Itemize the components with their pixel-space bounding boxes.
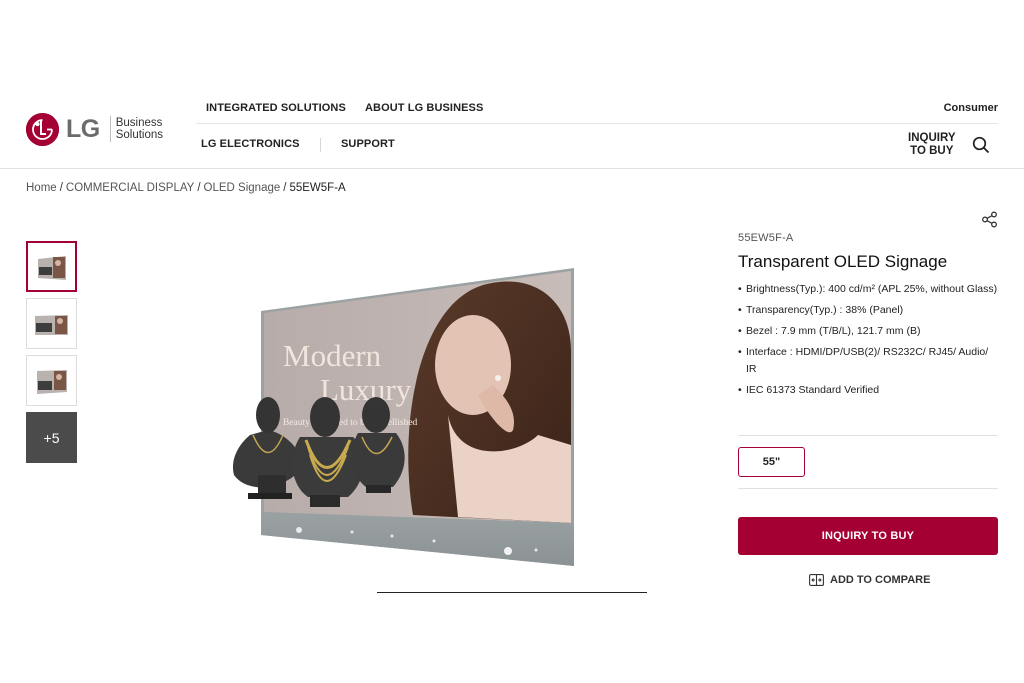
nav-lg-electronics[interactable]: LG ELECTRONICS — [201, 138, 300, 150]
divider — [738, 435, 998, 436]
product-spec-list: Brightness(Typ.): 400 cd/m² (APL 25%, wi… — [738, 281, 998, 403]
business-solutions-label: Business Solutions — [116, 117, 163, 141]
share-icon[interactable] — [981, 211, 998, 228]
gallery-thumbnail-3[interactable] — [26, 355, 77, 406]
inquiry-to-buy-nav-link[interactable]: INQUIRY TO BUY — [908, 132, 956, 158]
nav-integrated-solutions[interactable]: INTEGRATED SOLUTIONS — [206, 102, 346, 114]
divider — [738, 488, 998, 489]
spec-brightness: Brightness(Typ.): 400 cd/m² (APL 25%, wi… — [738, 281, 998, 298]
logo-divider — [109, 116, 111, 142]
thumbnail-image-icon — [38, 256, 66, 280]
nav-top-row: INTEGRATED SOLUTIONS ABOUT LG BUSINESS C… — [196, 94, 998, 124]
nav-about-lg-business[interactable]: ABOUT LG BUSINESS — [365, 102, 483, 114]
add-to-compare-label: ADD TO COMPARE — [830, 574, 931, 586]
product-hero-image[interactable]: Modern Luxury Beauty is needed to be emb… — [228, 265, 648, 595]
thumbnail-image-icon — [37, 370, 67, 394]
inquiry-to-buy-label: INQUIRY TO BUY — [821, 530, 915, 542]
size-option-label: 55" — [762, 456, 781, 468]
add-to-compare-button[interactable]: ADD TO COMPARE — [809, 573, 930, 587]
lg-logo-icon — [26, 112, 59, 146]
breadcrumb-home[interactable]: Home — [26, 182, 57, 194]
lg-business-solutions-logo[interactable]: LG Business Solutions — [26, 112, 163, 146]
nav-separator — [320, 138, 321, 152]
site-header: LG Business Solutions INTEGRATED SOLUTIO… — [0, 94, 1024, 169]
gallery-thumbnail-1[interactable] — [26, 241, 77, 292]
solutions-label: Solutions — [115, 129, 164, 141]
breadcrumb: Home / COMMERCIAL DISPLAY / OLED Signage/55E… — [26, 182, 346, 194]
product-title: Transparent OLED Signage — [738, 252, 948, 271]
inquiry-line1: INQUIRY — [908, 132, 956, 144]
gallery-more-button[interactable]: +5 — [26, 412, 77, 463]
size-option-55-button[interactable]: 55" — [738, 447, 805, 477]
hero-tagline: Beauty is needed to be embellished — [283, 418, 418, 428]
gallery-thumbnail-2[interactable] — [26, 298, 77, 349]
consumer-link[interactable]: Consumer — [944, 102, 998, 114]
compare-icon — [809, 574, 824, 586]
nav-support[interactable]: SUPPORT — [341, 138, 395, 150]
business-label: Business — [115, 117, 163, 129]
inquiry-line2: TO BUY — [910, 145, 954, 157]
hero-headline-modern: Modern — [283, 338, 382, 373]
thumbnail-image-icon — [35, 315, 68, 335]
breadcrumb-oled-signage[interactable]: OLED Signage — [204, 182, 281, 194]
nav-bottom-row: LG ELECTRONICS SUPPORT INQUIRY TO BUY — [196, 124, 998, 169]
inquiry-to-buy-button[interactable]: INQUIRY TO BUY — [738, 517, 998, 555]
spec-iec-standard: IEC 61373 Standard Verified — [738, 382, 998, 399]
hero-divider-line — [377, 592, 647, 593]
breadcrumb-current: 55EW5F-A — [289, 182, 346, 194]
product-model-number: 55EW5F-A — [738, 232, 794, 244]
logo-wordmark: LG — [66, 114, 100, 143]
spec-transparency: Transparency(Typ.) : 38% (Panel) — [738, 302, 998, 319]
spec-interface: Interface : HDMI/DP/USB(2)/ RS232C/ RJ45… — [738, 344, 998, 378]
search-icon[interactable] — [972, 136, 990, 154]
spec-bezel: Bezel : 7.9 mm (T/B/L), 121.7 mm (B) — [738, 323, 998, 340]
gallery-more-count: +5 — [43, 429, 60, 446]
breadcrumb-commercial-display[interactable]: COMMERCIAL DISPLAY — [66, 182, 194, 194]
